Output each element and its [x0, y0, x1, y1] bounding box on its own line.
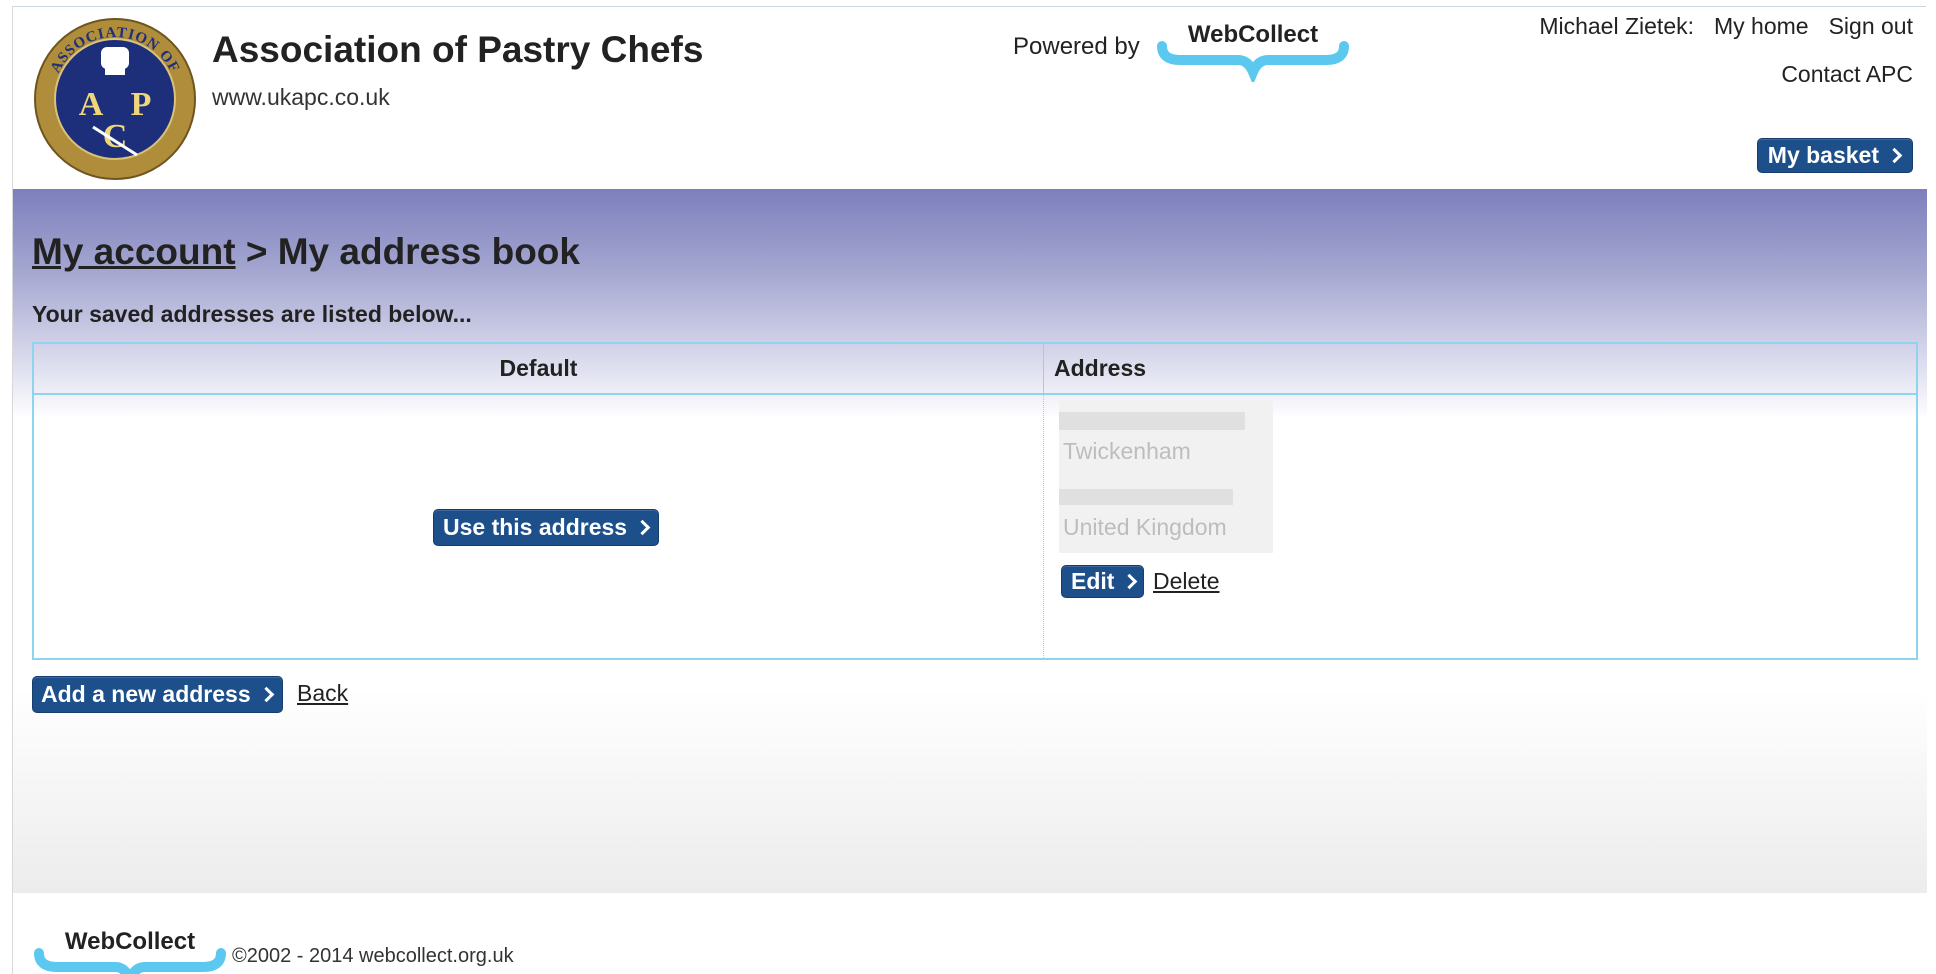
- delete-link[interactable]: Delete: [1153, 568, 1219, 595]
- edit-button[interactable]: Edit: [1061, 565, 1145, 598]
- use-this-address-button[interactable]: Use this address: [433, 509, 660, 546]
- breadcrumb: My account > My address book: [32, 231, 580, 273]
- breadcrumb-current: My address book: [277, 231, 580, 272]
- my-basket-button[interactable]: My basket: [1756, 138, 1913, 173]
- back-link[interactable]: Back: [297, 680, 348, 707]
- footer: WebCollect ©2002 - 2014 webcollect.org.u…: [13, 893, 1927, 974]
- intro-text: Your saved addresses are listed below...: [32, 301, 472, 327]
- column-header-address: Address: [1043, 344, 1916, 393]
- table-header: Default Address: [34, 344, 1916, 395]
- chevron-right-icon: [258, 686, 274, 703]
- apc-logo[interactable]: ASSOCIATION OF PASTRY CHEFS A P C: [33, 17, 197, 181]
- org-url[interactable]: www.ukapc.co.uk: [212, 84, 390, 111]
- redacted-postcode: [1059, 489, 1233, 505]
- add-new-address-button[interactable]: Add a new address: [32, 676, 283, 713]
- user-name: Michael Zietek:: [1539, 13, 1694, 39]
- chevron-right-icon: [1886, 147, 1903, 164]
- user-links: Michael Zietek: My home Sign out: [1539, 13, 1913, 40]
- my-basket-label: My basket: [1767, 142, 1879, 168]
- address-line-town: Twickenham: [1063, 438, 1191, 464]
- address-table: Default Address Use this address Twicken…: [32, 342, 1918, 660]
- my-home-link[interactable]: My home: [1714, 13, 1809, 40]
- address-block: Twickenham United Kingdom: [1059, 400, 1273, 553]
- chevron-right-icon: [634, 519, 651, 536]
- column-divider: [1043, 395, 1044, 660]
- add-new-address-label: Add a new address: [41, 681, 251, 707]
- copyright-text: ©2002 - 2014 webcollect.org.uk: [232, 945, 514, 967]
- address-line-country: United Kingdom: [1063, 514, 1227, 540]
- sign-out-link[interactable]: Sign out: [1829, 13, 1913, 40]
- header: ASSOCIATION OF PASTRY CHEFS A P C Associ…: [13, 7, 1927, 189]
- footer-webcollect-logo[interactable]: WebCollect: [33, 923, 227, 974]
- edit-label: Edit: [1071, 568, 1115, 594]
- webcollect-logo-text: WebCollect: [1188, 21, 1318, 48]
- page: ASSOCIATION OF PASTRY CHEFS A P C Associ…: [12, 6, 1927, 974]
- use-this-address-label: Use this address: [443, 514, 628, 540]
- powered-by-label: Powered by: [1013, 33, 1140, 60]
- svg-text:P: P: [131, 86, 152, 123]
- breadcrumb-separator: >: [235, 231, 278, 272]
- redacted-street: [1059, 412, 1245, 430]
- footer-webcollect-logo-text: WebCollect: [65, 928, 195, 955]
- webcollect-logo[interactable]: WebCollect: [1156, 16, 1350, 82]
- breadcrumb-my-account-link[interactable]: My account: [32, 231, 236, 272]
- contact-link[interactable]: Contact APC: [1781, 61, 1913, 88]
- org-name: Association of Pastry Chefs: [212, 29, 704, 70]
- chevron-right-icon: [1122, 573, 1138, 590]
- svg-text:A: A: [79, 86, 104, 123]
- main-content: My account > My address book Your saved …: [13, 189, 1927, 893]
- column-header-default: Default: [499, 355, 578, 381]
